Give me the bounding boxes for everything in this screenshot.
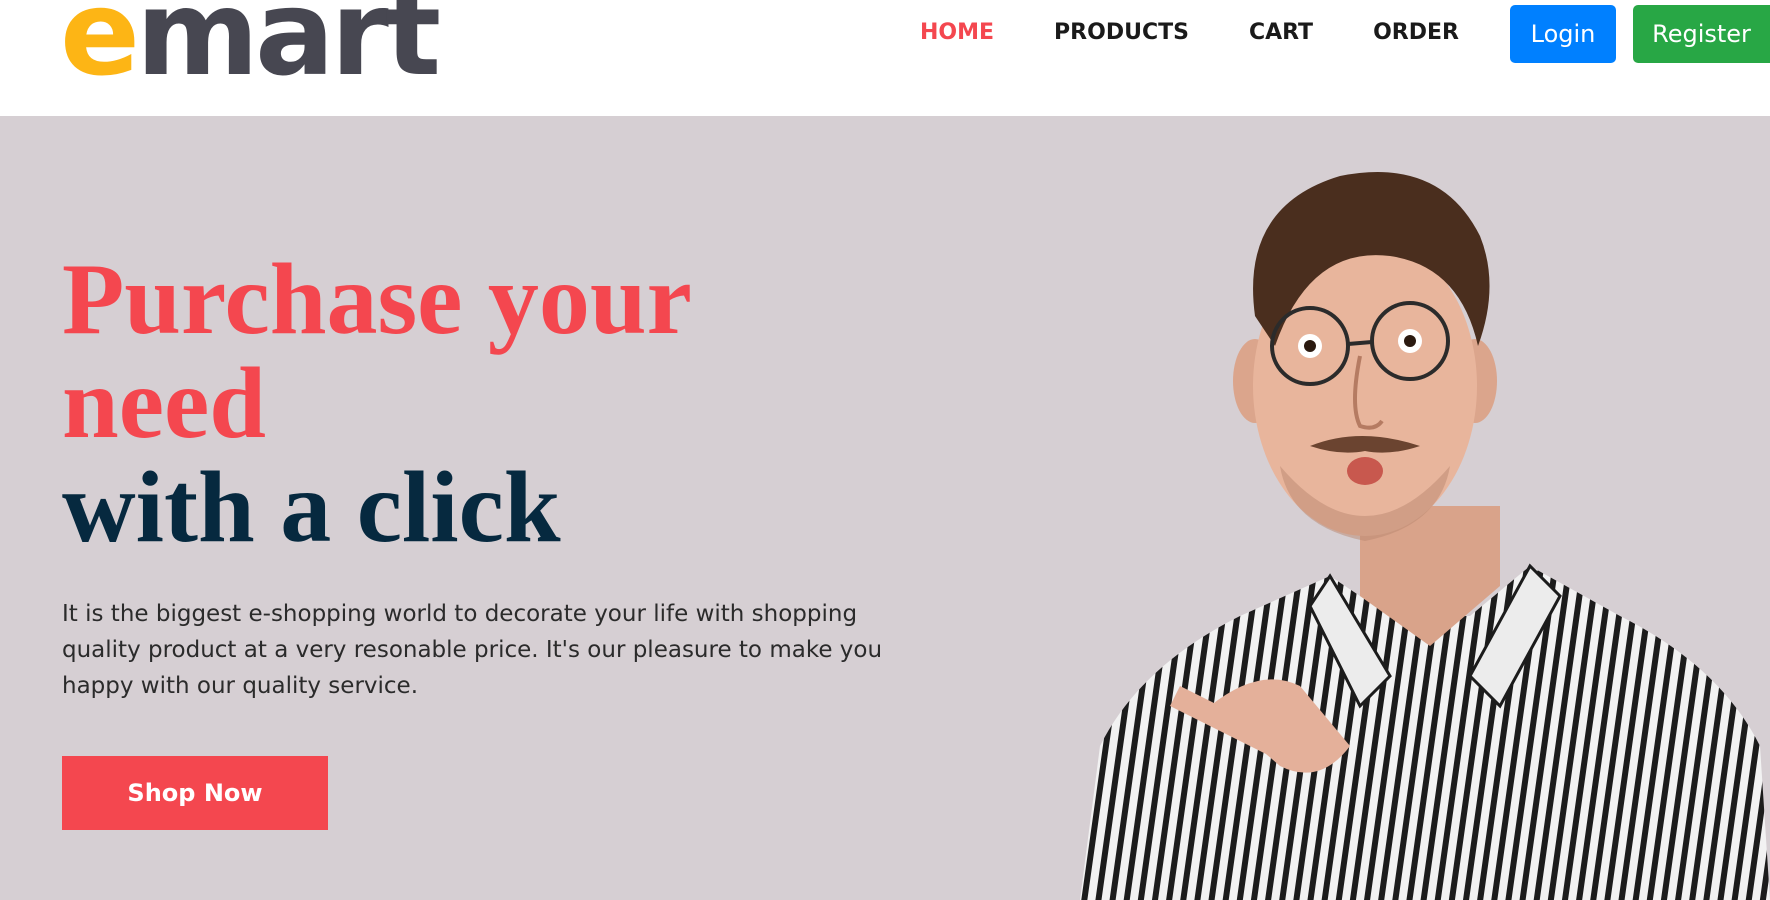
hero-description: It is the biggest e-shopping world to de… bbox=[62, 601, 883, 699]
headline-line-1: Purchase your bbox=[62, 243, 692, 356]
headline-line-2: need bbox=[62, 347, 266, 460]
hero-banner: Purchase your need with a click It is th… bbox=[0, 116, 1770, 900]
main-nav: HOME PRODUCTS CART ORDER bbox=[920, 14, 1519, 50]
logo-wordmark: mart bbox=[136, 0, 441, 102]
nav-order[interactable]: ORDER bbox=[1373, 20, 1459, 45]
site-header: e mart HOME PRODUCTS CART ORDER Login Reg… bbox=[0, 0, 1770, 116]
man-pointing-photo bbox=[1080, 172, 1770, 900]
nav-products[interactable]: PRODUCTS bbox=[1054, 20, 1189, 45]
headline-line-3: with a click bbox=[62, 451, 561, 564]
shop-now-button[interactable]: Shop Now bbox=[62, 756, 328, 830]
nav-home[interactable]: HOME bbox=[920, 20, 994, 45]
login-button[interactable]: Login bbox=[1510, 5, 1616, 63]
hero-headline: Purchase your need with a click bbox=[62, 248, 692, 560]
register-button[interactable]: Register bbox=[1633, 5, 1770, 63]
nav-cart[interactable]: CART bbox=[1249, 20, 1313, 45]
emart-logo[interactable]: e mart bbox=[60, 0, 441, 102]
logo-letter-e: e bbox=[60, 0, 140, 102]
